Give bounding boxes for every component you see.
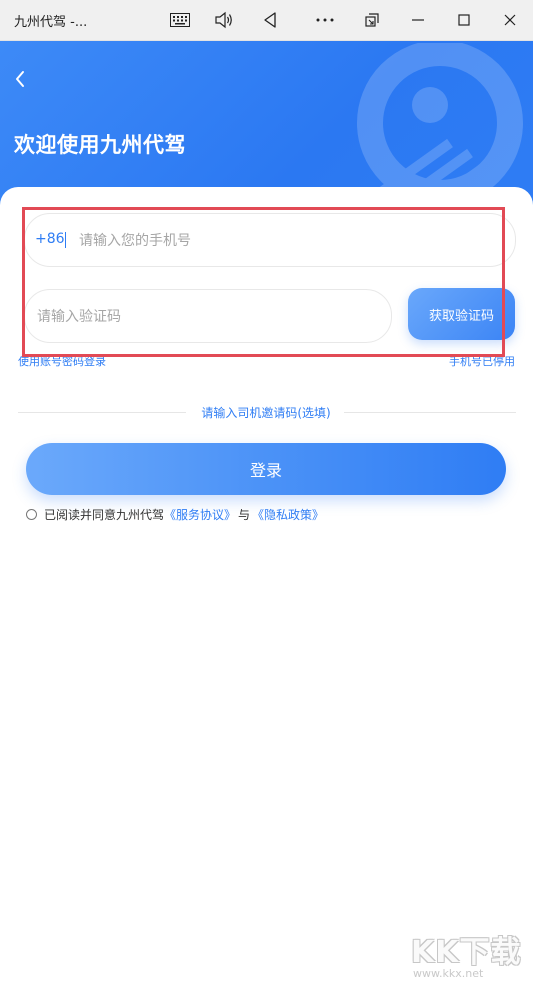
- site-watermark-url: www.kkx.net: [413, 967, 484, 980]
- welcome-heading: 欢迎使用九州代驾: [14, 133, 186, 157]
- agreement-and: 与: [238, 507, 251, 522]
- divider-right: [344, 412, 516, 413]
- chevron-left-icon: [16, 71, 24, 87]
- service-agreement-link[interactable]: 《服务协议》: [164, 506, 236, 523]
- site-watermark-brand: KK下载: [411, 935, 522, 970]
- country-code[interactable]: +86: [35, 231, 65, 247]
- keyboard-icon[interactable]: [168, 8, 192, 32]
- minimize-icon[interactable]: [406, 8, 430, 32]
- verification-code-input[interactable]: [35, 302, 379, 332]
- agree-radio[interactable]: [26, 508, 37, 520]
- login-card: +86 获取验证码 使用账号密码登录 手机号已停用 请输入司机邀请码(选填) 登…: [0, 187, 533, 988]
- back-button[interactable]: [8, 67, 32, 91]
- divider-left: [18, 412, 186, 413]
- restore-app-icon[interactable]: [360, 8, 384, 32]
- close-icon[interactable]: [498, 8, 522, 32]
- agreement-row: 已阅读并同意九州代驾 《服务协议》 与 《隐私政策》: [26, 505, 324, 523]
- prefix-divider: [65, 232, 66, 248]
- login-button[interactable]: 登录: [26, 443, 506, 495]
- phone-field[interactable]: +86: [24, 213, 516, 267]
- invite-code-link[interactable]: 请输入司机邀请码(选填): [188, 404, 344, 421]
- privacy-policy-link[interactable]: 《隐私政策》: [252, 506, 324, 523]
- get-code-button[interactable]: 获取验证码: [408, 288, 515, 340]
- phone-disabled-link[interactable]: 手机号已停用: [449, 353, 515, 369]
- code-field[interactable]: [24, 289, 392, 343]
- password-login-link[interactable]: 使用账号密码登录: [18, 353, 106, 369]
- back-triangle-icon[interactable]: [258, 8, 282, 32]
- volume-icon[interactable]: [212, 8, 236, 32]
- site-watermark: KK下载 www.kkx.net: [405, 927, 525, 983]
- window-titlebar: 九州代驾 -...: [0, 0, 533, 41]
- phone-input[interactable]: [77, 226, 501, 256]
- app-window: 欢迎使用九州代驾 +86 获取验证码 使用账号密码登录 手机号已停用 请输入司机…: [0, 41, 533, 988]
- window-title: 九州代驾 -...: [14, 15, 88, 30]
- agreement-text: 已阅读并同意九州代驾: [44, 507, 165, 522]
- maximize-icon[interactable]: [452, 8, 476, 32]
- more-icon[interactable]: [313, 8, 337, 32]
